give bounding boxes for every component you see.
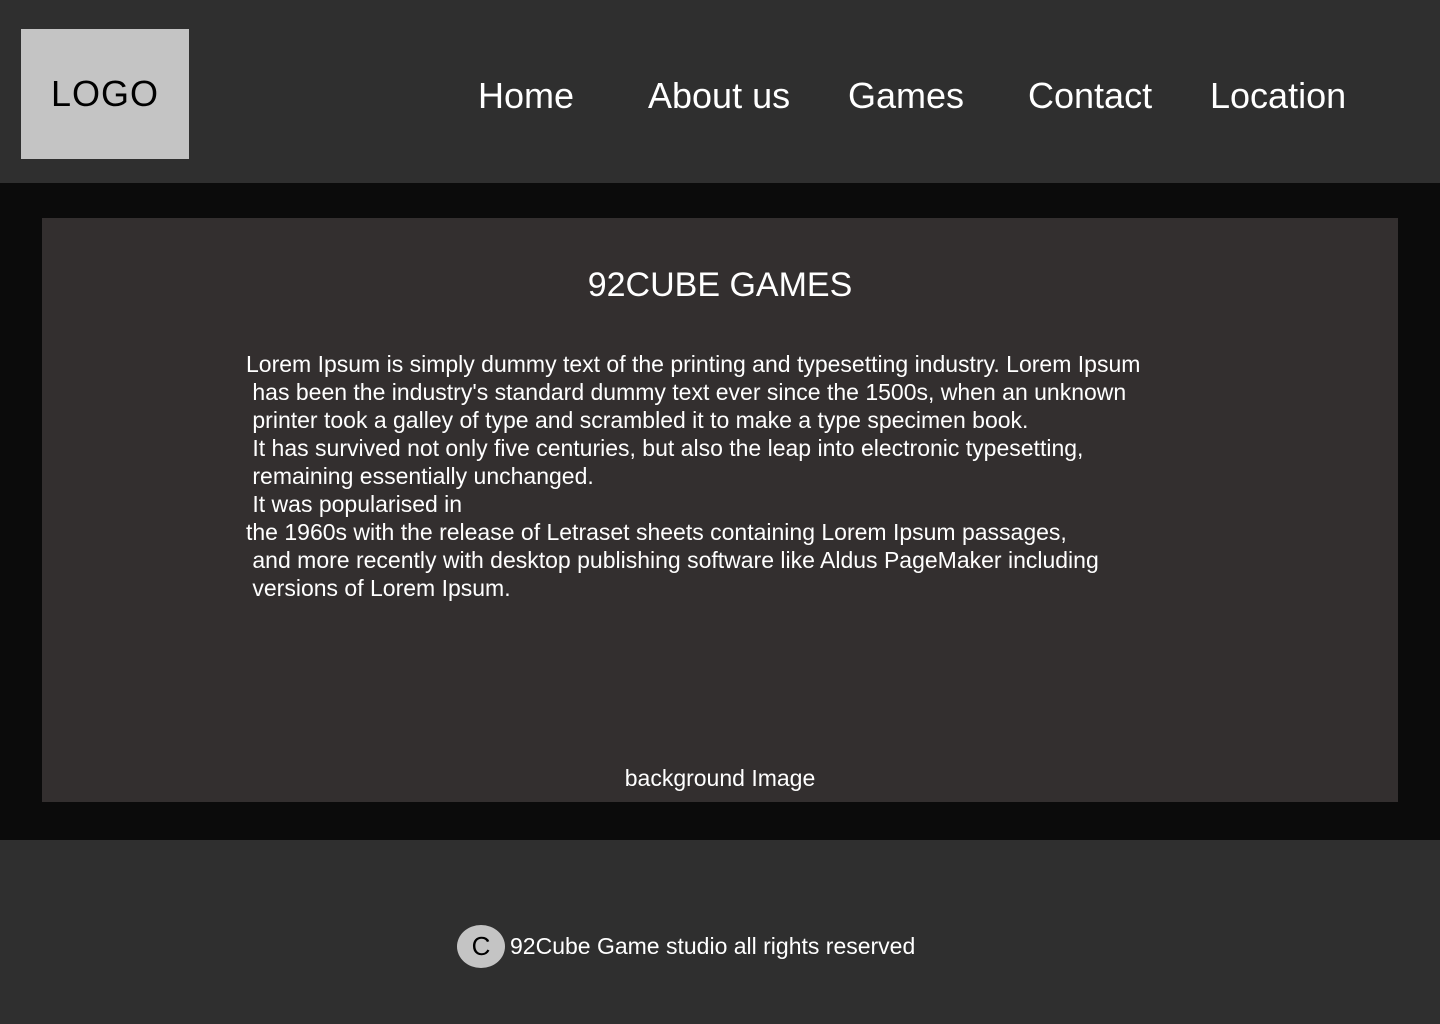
site-header: LOGO Home About us Games Contact Locatio… xyxy=(0,0,1440,183)
site-footer: C 92Cube Game studio all rights reserved xyxy=(0,840,1440,1024)
background-image-label: background Image xyxy=(624,765,816,791)
paragraph-line: has been the industry's standard dummy t… xyxy=(246,379,1127,405)
nav-contact[interactable]: Contact xyxy=(1028,74,1152,118)
paragraph-line: Lorem Ipsum is simply dummy text of the … xyxy=(246,351,1141,377)
paragraph-line: printer took a galley of type and scramb… xyxy=(246,407,1029,433)
logo[interactable]: LOGO xyxy=(21,29,189,159)
paragraph-line: and more recently with desktop publishin… xyxy=(246,547,1099,573)
nav-location[interactable]: Location xyxy=(1210,74,1346,118)
paragraph-line: remaining essentially unchanged. xyxy=(246,463,594,489)
copyright-text: 92Cube Game studio all rights reserved xyxy=(510,933,916,959)
intro-paragraph: Lorem Ipsum is simply dummy text of the … xyxy=(246,350,1226,602)
hero-panel: 92CUBE GAMES Lorem Ipsum is simply dummy… xyxy=(42,218,1398,802)
paragraph-line: It was popularised in xyxy=(246,491,463,517)
paragraph-line: the 1960s with the release of Letraset s… xyxy=(246,519,1067,545)
paragraph-line: It has survived not only five centuries,… xyxy=(246,435,1084,461)
nav-games[interactable]: Games xyxy=(848,74,964,118)
paragraph-line: versions of Lorem Ipsum. xyxy=(246,575,511,601)
main-section: 92CUBE GAMES Lorem Ipsum is simply dummy… xyxy=(0,183,1440,840)
nav-about-us[interactable]: About us xyxy=(648,74,790,118)
nav-home[interactable]: Home xyxy=(478,74,574,118)
page-title: 92CUBE GAMES xyxy=(587,266,853,304)
copyright-icon: C xyxy=(457,925,505,968)
